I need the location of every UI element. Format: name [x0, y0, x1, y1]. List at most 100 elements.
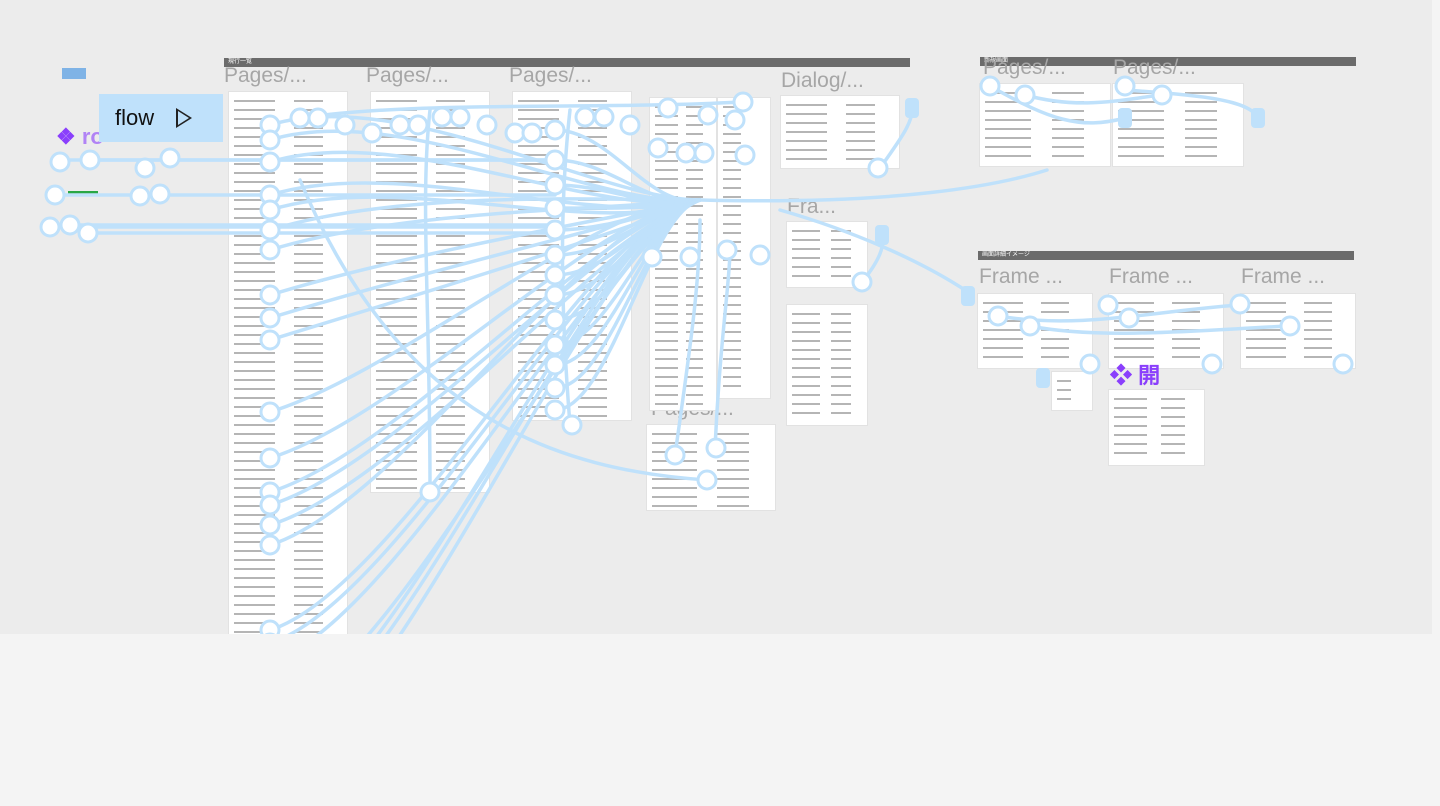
connection-node	[679, 246, 701, 268]
connection-node	[544, 219, 566, 241]
connection-wire	[1123, 88, 1260, 120]
connection-node	[641, 246, 663, 268]
connection-handle	[905, 98, 919, 118]
connection-node	[647, 137, 669, 159]
connection-node	[544, 244, 566, 266]
connection-handle	[875, 225, 889, 245]
connection-node	[389, 114, 411, 136]
connection-node	[693, 142, 715, 164]
connection-node	[407, 114, 429, 136]
connection-node	[544, 377, 566, 399]
connection-node	[259, 307, 281, 329]
connection-node	[705, 437, 727, 459]
connection-node	[419, 481, 441, 503]
connection-node	[79, 149, 101, 171]
connection-node	[1151, 84, 1173, 106]
connection-node	[544, 264, 566, 286]
connection-node	[867, 157, 889, 179]
connection-node	[749, 244, 771, 266]
connection-node	[289, 107, 311, 129]
connection-node	[696, 469, 718, 491]
connection-node	[59, 214, 81, 236]
connection-node	[39, 216, 61, 238]
connection-node	[449, 106, 471, 128]
connection-wire	[988, 84, 1127, 125]
flow-label: flow	[115, 105, 155, 130]
connection-node	[1079, 353, 1101, 375]
connection-wire	[713, 248, 732, 450]
connection-node	[697, 104, 719, 126]
play-icon	[176, 108, 193, 128]
connection-node	[259, 239, 281, 261]
connection-node	[259, 447, 281, 469]
connection-node	[734, 144, 756, 166]
connection-node	[544, 399, 566, 421]
connection-node	[259, 329, 281, 351]
connection-node	[732, 91, 754, 113]
connection-node	[259, 401, 281, 423]
connection-node	[134, 157, 156, 179]
connection-node	[1279, 315, 1301, 337]
connection-node	[619, 114, 641, 136]
connection-node	[77, 222, 99, 244]
connection-node	[544, 174, 566, 196]
connection-node	[431, 106, 453, 128]
connection-node	[259, 514, 281, 536]
connection-node	[259, 199, 281, 221]
connection-node	[851, 271, 873, 293]
connection-node	[149, 183, 171, 205]
connection-node	[1332, 353, 1354, 375]
connection-node	[574, 106, 596, 128]
connection-node	[544, 149, 566, 171]
connection-node	[259, 284, 281, 306]
connection-node	[561, 414, 583, 436]
design-canvas[interactable]: 現行一覧 新規画面 画面詳細イメージ Pages/... Pages/... P…	[0, 0, 1432, 786]
connection-node	[259, 534, 281, 556]
connection-node	[159, 147, 181, 169]
connection-node	[259, 494, 281, 516]
connection-node	[1118, 307, 1140, 329]
connection-node	[1019, 315, 1041, 337]
connection-node	[544, 284, 566, 306]
connection-node	[544, 354, 566, 376]
connection-node	[1229, 293, 1251, 315]
connection-wire	[423, 108, 432, 492]
connection-node	[987, 305, 1009, 327]
connection-node	[521, 122, 543, 144]
connection-node	[334, 114, 356, 136]
connection-node	[44, 184, 66, 206]
connection-wire	[1023, 93, 1162, 105]
connection-node	[1097, 294, 1119, 316]
connection-node	[259, 129, 281, 151]
connection-node	[49, 151, 71, 173]
connection-node	[1114, 75, 1136, 97]
connection-node	[544, 119, 566, 141]
connection-node	[657, 97, 679, 119]
connection-node	[1201, 353, 1223, 375]
connection-node	[675, 142, 697, 164]
flow-start-button[interactable]: flow	[99, 94, 223, 142]
connection-handle	[1036, 368, 1050, 388]
connection-handle	[1118, 108, 1132, 128]
connection-wire	[1028, 324, 1292, 335]
connection-node	[361, 122, 383, 144]
connection-node	[544, 309, 566, 331]
connection-node	[504, 122, 526, 144]
connection-node	[259, 219, 281, 241]
connection-node	[664, 444, 686, 466]
connection-node	[593, 106, 615, 128]
connection-node	[544, 334, 566, 356]
connection-node	[307, 107, 329, 129]
connection-handle	[961, 286, 975, 306]
connection-node	[1014, 84, 1036, 106]
connection-handle	[1251, 108, 1265, 128]
connection-node	[544, 197, 566, 219]
connection-node	[724, 109, 746, 131]
connection-node	[979, 75, 1001, 97]
connection-wire	[778, 208, 970, 294]
connection-node	[129, 185, 151, 207]
canvas-empty-area[interactable]	[0, 634, 1440, 806]
connection-node	[476, 114, 498, 136]
connection-node	[716, 239, 738, 261]
connection-node	[259, 151, 281, 173]
